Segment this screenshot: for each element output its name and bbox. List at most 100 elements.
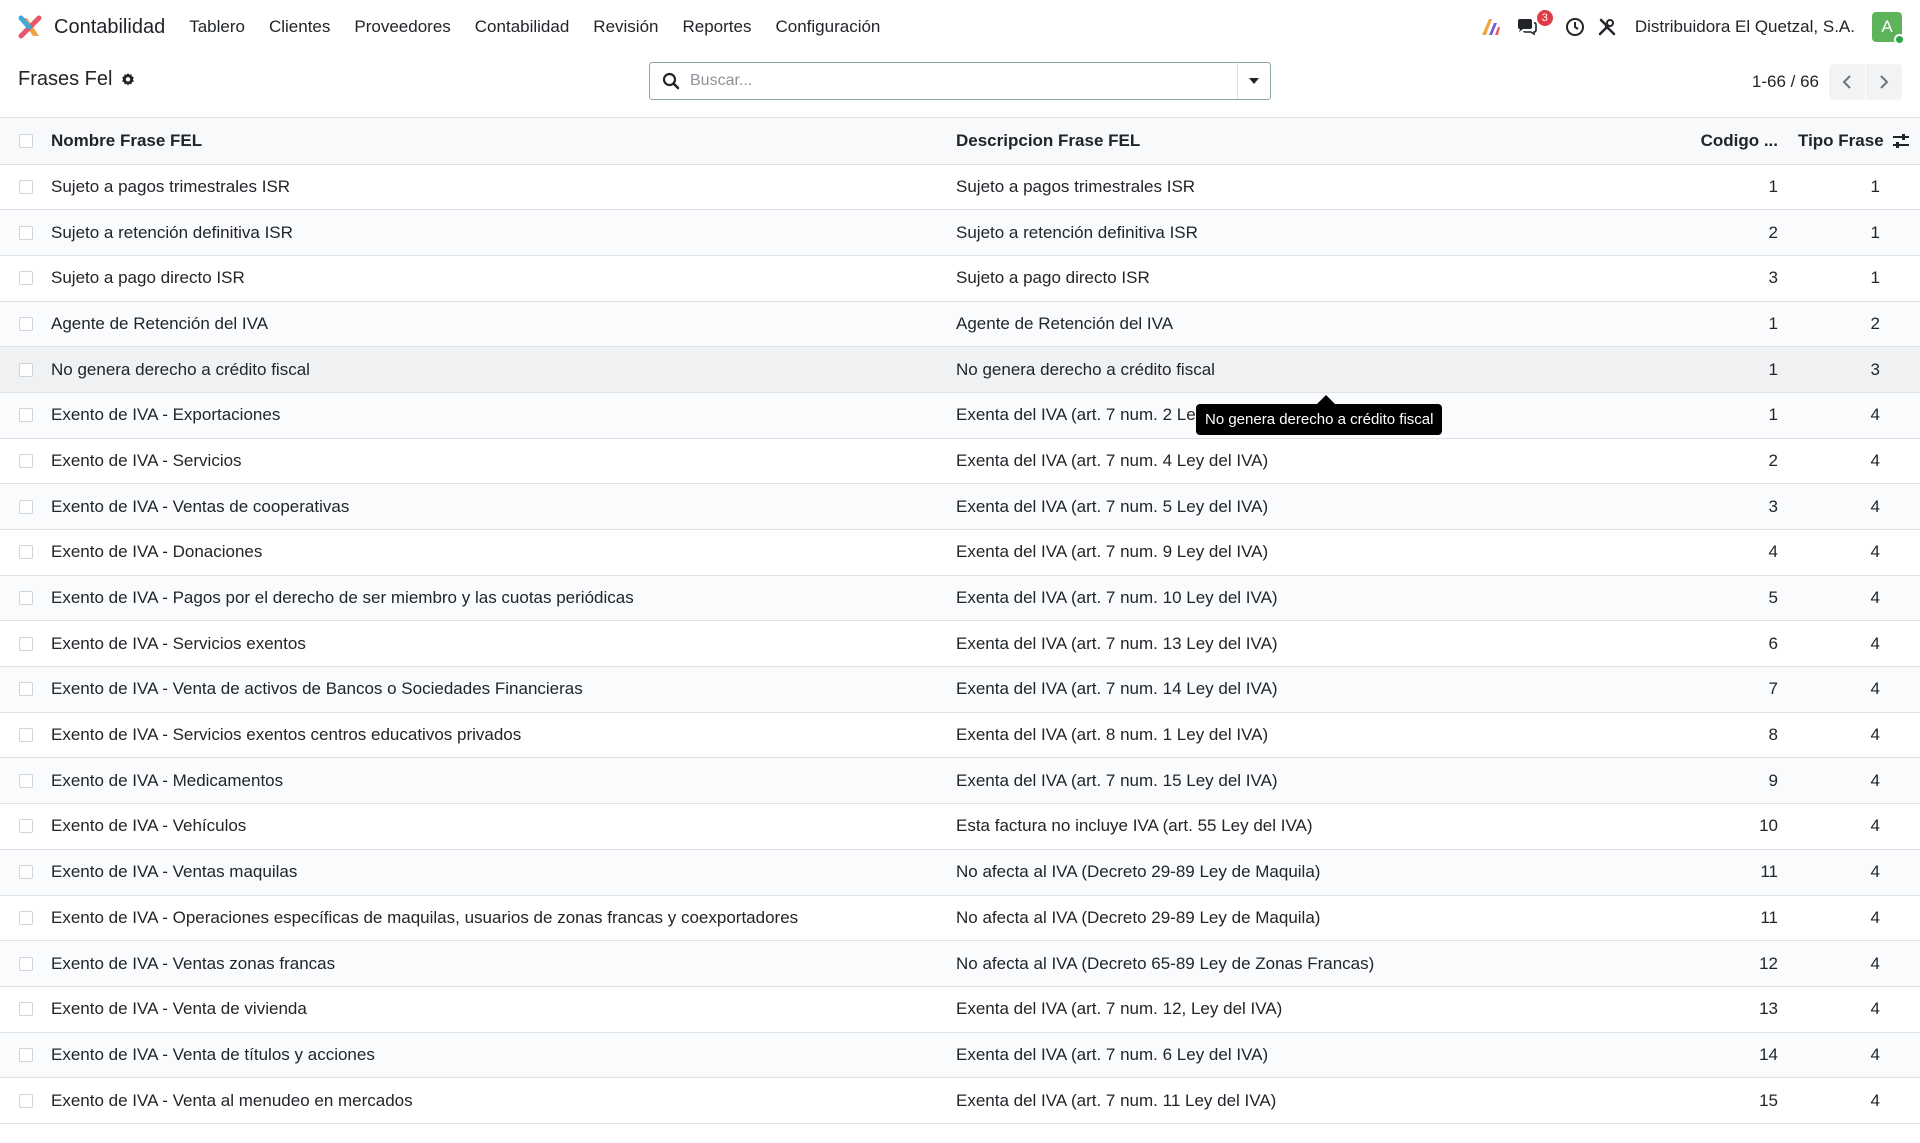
cell-codigo[interactable]: 8 <box>1590 712 1790 758</box>
cell-descripcion[interactable]: Sujeto a pago directo ISR <box>956 255 1590 301</box>
cell-descripcion[interactable]: Exenta del IVA (art. 7 num. 14 Ley del I… <box>956 667 1590 713</box>
cell-nombre[interactable]: Exento de IVA - Servicios exentos centro… <box>51 712 956 758</box>
table-row[interactable]: Exento de IVA - Donaciones Exenta del IVA… <box>0 529 1920 576</box>
row-checkbox[interactable] <box>19 271 33 286</box>
cell-nombre[interactable]: Exento de IVA - Operaciones específicas … <box>51 895 956 941</box>
chat-icon[interactable]: 3 <box>1515 10 1553 39</box>
row-checkbox[interactable] <box>19 773 33 788</box>
company-switcher[interactable]: Distribuidora El Quetzal, S.A. <box>1635 17 1855 37</box>
header-descripcion[interactable]: Descripcion Frase FEL <box>956 118 1590 164</box>
cell-tipo[interactable]: 2 <box>1790 301 1920 347</box>
row-checkbox[interactable] <box>19 956 33 971</box>
table-row[interactable]: Exento de IVA - Medicamentos Exenta del I… <box>0 757 1920 804</box>
gear-icon[interactable] <box>120 72 136 88</box>
header-codigo[interactable]: Codigo ... <box>1590 118 1790 164</box>
cell-codigo[interactable]: 14 <box>1590 1032 1790 1078</box>
cell-descripcion[interactable]: Exenta del IVA (art. 7 num. 11 Ley del I… <box>956 1078 1590 1124</box>
row-checkbox[interactable] <box>19 819 33 834</box>
table-row[interactable]: Exento de IVA - Ventas zonas francas No a… <box>0 940 1920 987</box>
menu-item-configuracion[interactable]: Configuración <box>763 17 892 37</box>
row-checkbox[interactable] <box>19 591 33 606</box>
cell-codigo[interactable]: 1 <box>1590 301 1790 347</box>
cell-codigo[interactable]: 3 <box>1590 484 1790 530</box>
cell-descripcion[interactable]: Sujeto a pagos trimestrales ISR <box>956 164 1590 210</box>
menu-item-reportes[interactable]: Reportes <box>671 17 764 37</box>
cell-nombre[interactable]: Exento de IVA - Vehículos <box>51 804 956 850</box>
cell-tipo[interactable]: 4 <box>1790 1032 1920 1078</box>
row-checkbox[interactable] <box>19 682 33 697</box>
row-checkbox[interactable] <box>19 545 33 560</box>
cell-nombre[interactable]: Exento de IVA - Venta al menudeo en merc… <box>51 1078 956 1124</box>
cell-descripcion[interactable]: Exenta del IVA (art. 7 num. 6 Ley del IV… <box>956 1032 1590 1078</box>
cell-descripcion[interactable]: Exenta del IVA (art. 7 num. 10 Ley del I… <box>956 575 1590 621</box>
table-row[interactable]: Exento de IVA - Venta de activos de Banc… <box>0 666 1920 713</box>
table-row[interactable]: Exento de IVA - Venta de títulos y accio… <box>0 1032 1920 1078</box>
cell-codigo[interactable]: 11 <box>1590 849 1790 895</box>
cell-tipo[interactable]: 4 <box>1790 986 1920 1032</box>
menu-item-tablero[interactable]: Tablero <box>177 17 257 37</box>
cell-nombre[interactable]: Exento de IVA - Medicamentos <box>51 758 956 804</box>
pager-value[interactable]: 1-66 / 66 <box>1752 72 1819 92</box>
pager-next-button[interactable] <box>1866 64 1902 100</box>
cell-codigo[interactable]: 4 <box>1590 530 1790 576</box>
cell-codigo[interactable]: 13 <box>1590 986 1790 1032</box>
cell-nombre[interactable]: Exento de IVA - Venta de títulos y accio… <box>51 1032 956 1078</box>
header-tipo[interactable]: Tipo Frase <box>1798 131 1884 150</box>
cell-codigo[interactable]: 5 <box>1590 575 1790 621</box>
row-checkbox[interactable] <box>19 636 33 651</box>
cell-nombre[interactable]: Exento de IVA - Donaciones <box>51 530 956 576</box>
cell-nombre[interactable]: Sujeto a pagos trimestrales ISR <box>51 164 956 210</box>
row-checkbox[interactable] <box>19 179 33 194</box>
menu-item-contabilidad[interactable]: Contabilidad <box>463 17 582 37</box>
row-checkbox[interactable] <box>19 499 33 514</box>
cell-codigo[interactable]: 2 <box>1590 438 1790 484</box>
search-input[interactable] <box>690 72 1237 90</box>
app-name[interactable]: Contabilidad <box>54 16 165 39</box>
menu-item-clientes[interactable]: Clientes <box>257 17 342 37</box>
table-row[interactable]: Sujeto a pago directo ISR Sujeto a pago d… <box>0 255 1920 302</box>
cell-nombre[interactable]: No genera derecho a crédito fiscal <box>51 347 956 393</box>
cell-descripcion[interactable]: Agente de Retención del IVA <box>956 301 1590 347</box>
table-row[interactable]: Sujeto a pagos trimestrales ISR Sujeto a … <box>0 164 1920 210</box>
cell-nombre[interactable]: Exento de IVA - Ventas maquilas <box>51 849 956 895</box>
cell-nombre[interactable]: Sujeto a retención definitiva ISR <box>51 210 956 256</box>
cell-tipo[interactable]: 4 <box>1790 941 1920 987</box>
cell-nombre[interactable]: Exento de IVA - Exportaciones <box>51 392 956 438</box>
search-options-toggle[interactable] <box>1237 63 1270 99</box>
row-checkbox[interactable] <box>19 316 33 331</box>
cell-nombre[interactable]: Sujeto a pago directo ISR <box>51 255 956 301</box>
row-checkbox[interactable] <box>19 1047 33 1062</box>
select-all-checkbox[interactable] <box>19 133 33 148</box>
cell-tipo[interactable]: 4 <box>1790 530 1920 576</box>
user-avatar[interactable]: A <box>1872 12 1905 45</box>
row-checkbox[interactable] <box>19 1002 33 1017</box>
cell-codigo[interactable]: 15 <box>1590 1078 1790 1124</box>
cell-nombre[interactable]: Exento de IVA - Venta de vivienda <box>51 986 956 1032</box>
table-row[interactable]: Exento de IVA - Servicios exentos centro… <box>0 712 1920 758</box>
cell-nombre[interactable]: Exento de IVA - Servicios exentos <box>51 621 956 667</box>
cell-tipo[interactable]: 1 <box>1790 255 1920 301</box>
table-row[interactable]: Exento de IVA - Vehículos Esta factura no… <box>0 803 1920 850</box>
cell-tipo[interactable]: 4 <box>1790 438 1920 484</box>
cell-descripcion[interactable]: No afecta al IVA (Decreto 29-89 Ley de M… <box>956 849 1590 895</box>
pager-previous-button[interactable] <box>1829 64 1865 100</box>
table-row[interactable]: Exento de IVA - Pagos por el derecho de … <box>0 575 1920 621</box>
cell-descripcion[interactable]: No genera derecho a crédito fiscal <box>956 347 1590 393</box>
cell-tipo[interactable]: 1 <box>1790 164 1920 210</box>
cell-nombre[interactable]: Exento de IVA - Pagos por el derecho de … <box>51 575 956 621</box>
cell-tipo[interactable]: 4 <box>1790 621 1920 667</box>
app-brand[interactable]: Contabilidad <box>18 15 165 39</box>
cell-tipo[interactable]: 4 <box>1790 1078 1920 1124</box>
cell-tipo[interactable]: 3 <box>1790 347 1920 393</box>
cell-descripcion[interactable]: Exenta del IVA (art. 7 num. 12, Ley del … <box>956 986 1590 1032</box>
menu-item-revision[interactable]: Revisión <box>581 17 670 37</box>
cell-tipo[interactable]: 4 <box>1790 575 1920 621</box>
cell-descripcion[interactable]: Exenta del IVA (art. 8 num. 1 Ley del IV… <box>956 712 1590 758</box>
table-row[interactable]: Exento de IVA - Operaciones específicas … <box>0 895 1920 941</box>
cell-nombre[interactable]: Exento de IVA - Ventas de cooperativas <box>51 484 956 530</box>
table-row[interactable]: Sujeto a retención definitiva ISR Sujeto … <box>0 209 1920 256</box>
table-row[interactable]: Exento de IVA - Ventas maquilas No afecta… <box>0 849 1920 895</box>
header-nombre[interactable]: Nombre Frase FEL <box>51 118 956 164</box>
table-row[interactable]: No genera derecho a crédito fiscal No gen… <box>0 346 1920 393</box>
cell-descripcion[interactable]: Exenta del IVA (art. 7 num. 15 Ley del I… <box>956 758 1590 804</box>
